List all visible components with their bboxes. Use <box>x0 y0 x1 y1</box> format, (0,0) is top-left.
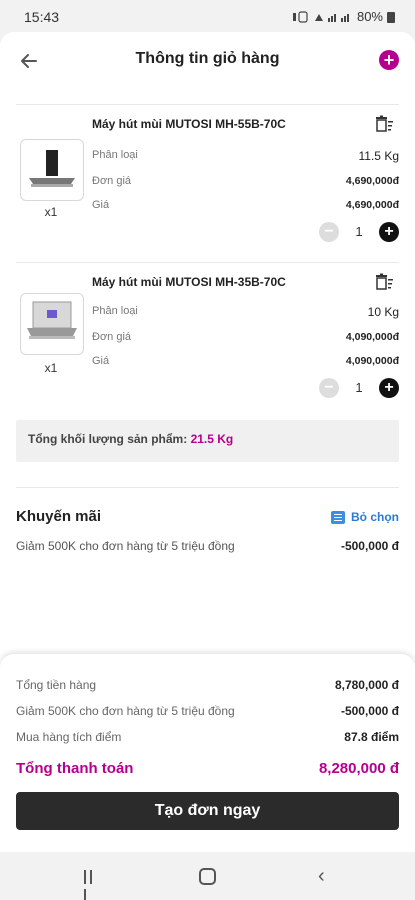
list-icon <box>331 510 345 524</box>
unit-price-label: Đơn giá <box>92 331 132 343</box>
total-weight-label: Tổng khối lượng sản phẩm: <box>28 432 188 446</box>
type-row: Phân loại 11.5 Kg <box>92 149 399 163</box>
item-qty-label: x1 <box>44 361 58 375</box>
price-value: 4,090,000đ <box>345 355 399 367</box>
battery-icon <box>387 11 395 23</box>
price-row: Giá 4,690,000đ <box>92 199 399 211</box>
quantity-stepper: − 1 + <box>319 377 399 399</box>
unit-price-label: Đơn giá <box>92 175 132 187</box>
total-row: Tổng thanh toán 8,280,000 đ <box>16 760 399 777</box>
quantity-stepper: − 1 + <box>319 221 399 243</box>
promotion-line-label: Giảm 500K cho đơn hàng từ 5 triệu đồng <box>16 539 235 553</box>
subtotal-row: Tổng tiền hàng 8,780,000 đ <box>16 678 399 692</box>
cart-item: x1 Máy hút mùi MUTOSI MH-55B-70C Phân lo… <box>16 104 399 262</box>
divider <box>16 487 399 488</box>
promotion-line-value: -500,000 đ <box>340 539 399 553</box>
product-name[interactable]: Máy hút mùi MUTOSI MH-35B-70C <box>92 275 286 289</box>
minus-icon[interactable]: − <box>319 222 339 242</box>
header: Thông tin giỏ hàng + <box>0 32 415 88</box>
cart-item: x1 Máy hút mùi MUTOSI MH-35B-70C Phân lo… <box>16 262 399 420</box>
subtotal-label: Tổng tiền hàng <box>16 678 97 692</box>
points-value: 87.8 điểm <box>344 730 399 744</box>
points-row: Mua hàng tích điểm 87.8 điểm <box>16 730 399 744</box>
discount-label: Giảm 500K cho đơn hàng từ 5 triệu đồng <box>16 704 235 718</box>
cart-screen: Thông tin giỏ hàng + x1 Máy hút mùi MUTO… <box>0 32 415 852</box>
trash-icon[interactable] <box>375 115 393 133</box>
add-icon[interactable]: + <box>379 50 399 70</box>
product-name[interactable]: Máy hút mùi MUTOSI MH-55B-70C <box>92 117 286 131</box>
quantity-value[interactable]: 1 <box>349 380 369 395</box>
deselect-label: Bỏ chọn <box>351 510 399 524</box>
plus-icon[interactable]: + <box>379 222 399 242</box>
order-summary: Tổng tiền hàng 8,780,000 đ Giảm 500K cho… <box>0 654 415 852</box>
price-row: Giá 4,090,000đ <box>92 355 399 367</box>
total-weight-box: Tổng khối lượng sản phẩm: 21.5 Kg <box>16 420 399 462</box>
type-row: Phân loại 10 Kg <box>92 305 399 319</box>
nav-back-icon[interactable]: ‹ <box>318 866 325 886</box>
minus-icon[interactable]: − <box>319 378 339 398</box>
product-image[interactable] <box>20 293 84 355</box>
total-weight-value: 21.5 Kg <box>190 432 234 446</box>
plus-icon[interactable]: + <box>379 378 399 398</box>
price-value: 4,690,000đ <box>345 199 399 211</box>
promotion-line: Giảm 500K cho đơn hàng từ 5 triệu đồng -… <box>16 539 399 553</box>
trash-icon[interactable] <box>375 273 393 291</box>
points-label: Mua hàng tích điểm <box>16 730 122 744</box>
page-title: Thông tin giỏ hàng <box>135 50 280 67</box>
unit-price-value: 4,090,000đ <box>345 331 399 343</box>
deselect-promo-button[interactable]: Bỏ chọn <box>331 510 399 524</box>
home-icon[interactable] <box>199 868 216 885</box>
total-value: 8,280,000 đ <box>318 760 399 777</box>
type-label: Phân loại <box>92 149 138 161</box>
battery-percent: 80% <box>356 9 383 24</box>
discount-value: -500,000 đ <box>340 704 399 718</box>
status-bar: 15:43 80% <box>0 0 415 32</box>
unit-price-value: 4,690,000đ <box>345 175 399 187</box>
create-order-button[interactable]: Tạo đơn ngay <box>16 792 399 830</box>
recent-apps-icon[interactable] <box>84 870 100 900</box>
signal-icons <box>292 10 349 23</box>
price-label: Giá <box>92 355 110 367</box>
subtotal-value: 8,780,000 đ <box>334 678 399 692</box>
type-value: 10 Kg <box>367 305 399 319</box>
status-time: 15:43 <box>24 9 60 25</box>
type-value: 11.5 Kg <box>358 149 399 163</box>
product-image[interactable] <box>20 139 84 201</box>
system-nav-bar: ‹ <box>0 852 415 900</box>
quantity-value[interactable]: 1 <box>349 224 369 239</box>
price-label: Giá <box>92 199 110 211</box>
unit-price-row: Đơn giá 4,090,000đ <box>92 331 399 343</box>
discount-row: Giảm 500K cho đơn hàng từ 5 triệu đồng -… <box>16 704 399 718</box>
promotion-title: Khuyến mãi <box>16 508 102 525</box>
item-qty-label: x1 <box>44 205 58 219</box>
type-label: Phân loại <box>92 305 138 317</box>
total-label: Tổng thanh toán <box>16 760 134 777</box>
status-icons: 80% <box>292 9 395 24</box>
unit-price-row: Đơn giá 4,690,000đ <box>92 175 399 187</box>
